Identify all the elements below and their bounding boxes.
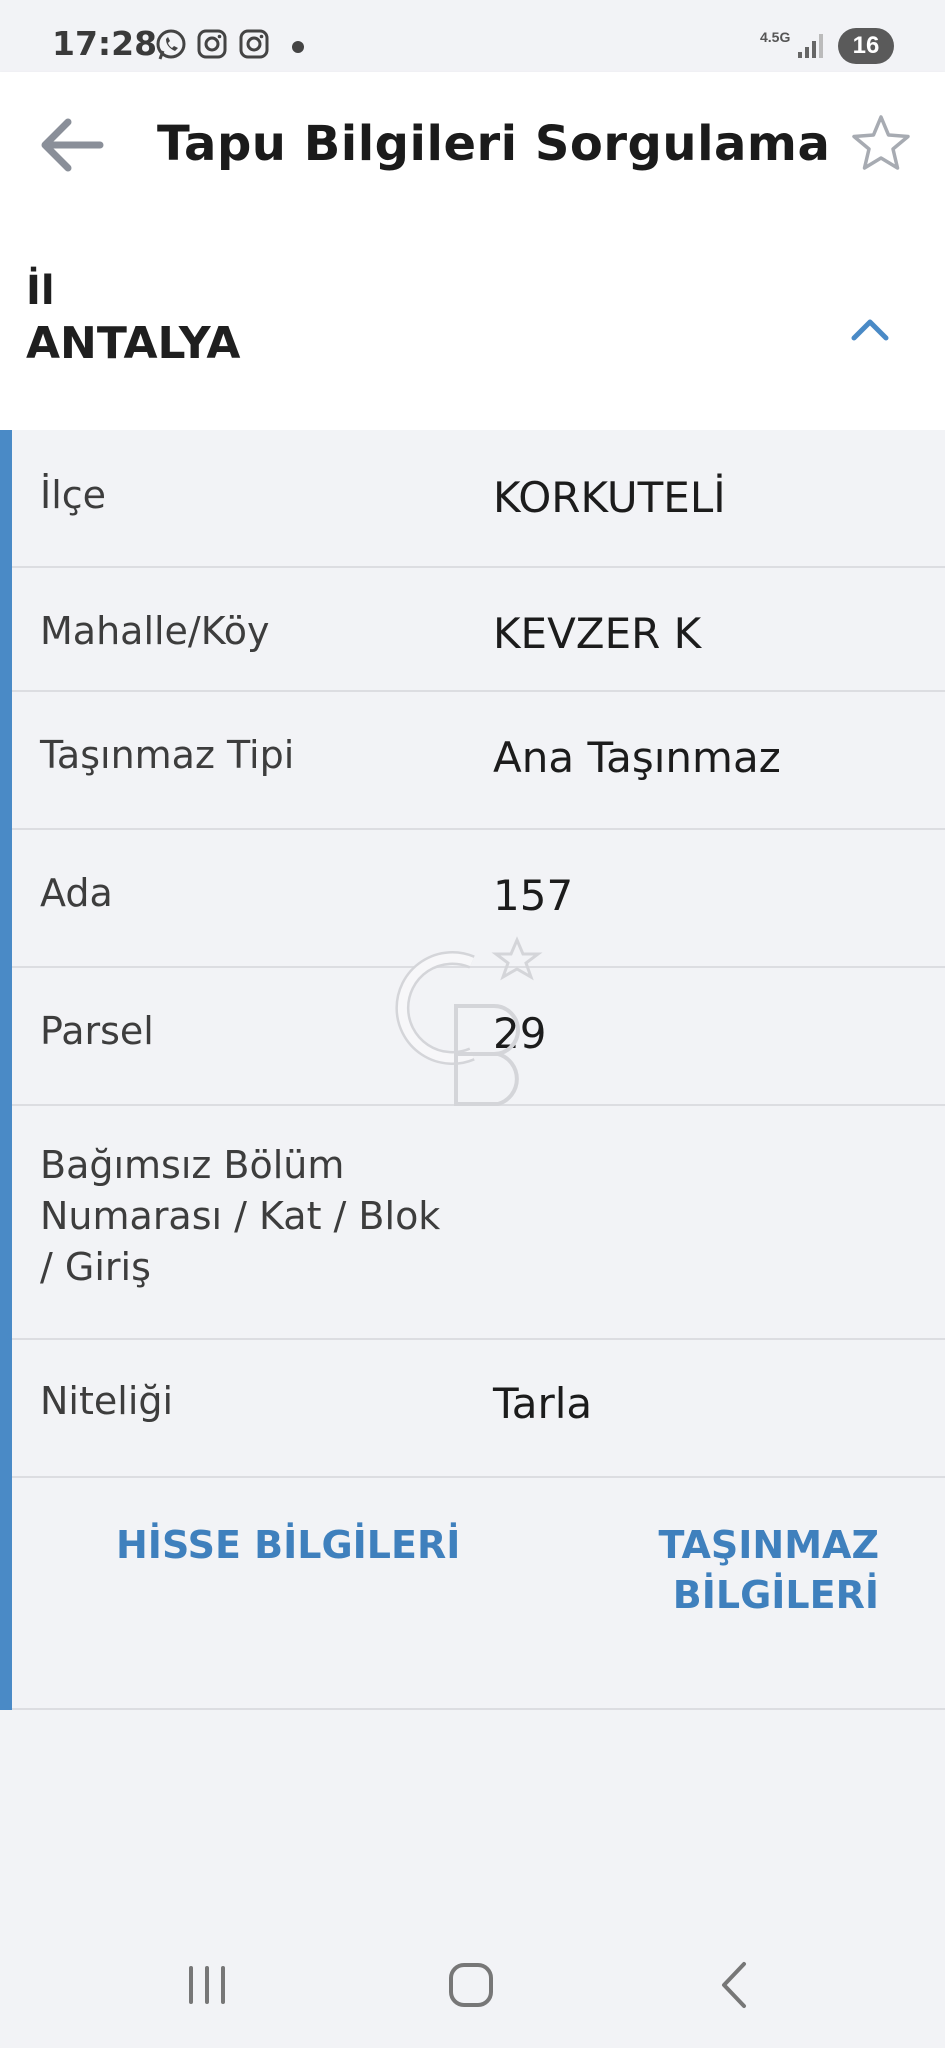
chevron-left-icon	[722, 1962, 746, 2008]
whatsapp-icon	[156, 29, 186, 60]
accent-bar	[0, 430, 12, 1710]
home-button[interactable]	[436, 1950, 506, 2020]
row-label: Taşınmaz Tipi	[40, 733, 295, 777]
watermark-logo	[395, 936, 543, 1106]
row-label: Niteliği	[40, 1379, 174, 1423]
back-button[interactable]	[36, 112, 106, 178]
share-info-button[interactable]: HİSSE BİLGİLERİ	[116, 1520, 460, 1570]
instagram-icon	[239, 29, 269, 59]
instagram-icon	[197, 29, 227, 59]
row-value: KEVZER K	[493, 609, 702, 658]
detail-row-neighborhood: Mahalle/Köy KEVZER K	[12, 568, 945, 692]
collapse-button[interactable]	[846, 306, 894, 354]
row-value: KORKUTELİ	[493, 473, 726, 522]
detail-row-property-type: Taşınmaz Tipi Ana Taşınmaz	[12, 692, 945, 830]
system-navigation-bar	[0, 1920, 945, 2048]
province-section[interactable]: İl ANTALYA	[0, 216, 945, 430]
network-type-label: 4.5G	[760, 29, 791, 45]
row-value: Tarla	[493, 1379, 593, 1428]
row-label: İlçe	[40, 473, 107, 517]
row-label: Ada	[40, 871, 113, 915]
detail-row-qualification: Niteliği Tarla	[12, 1340, 945, 1478]
row-label-line: Bağımsız Bölüm	[40, 1143, 345, 1187]
row-value: Ana Taşınmaz	[493, 733, 781, 782]
more-notifications-dot	[292, 41, 304, 53]
row-label-line: Numarası / Kat / Blok	[40, 1194, 441, 1238]
app-header: Tapu Bilgileri Sorgulama	[0, 72, 945, 216]
row-label: Bağımsız Bölüm Numarası / Kat / Blok / G…	[40, 1140, 440, 1293]
status-bar: 17:28 4.5G 16	[0, 0, 945, 72]
battery-indicator: 16	[838, 28, 894, 64]
recent-apps-button[interactable]	[172, 1950, 242, 2020]
favorite-button[interactable]	[850, 112, 912, 174]
province-label: İl	[26, 268, 55, 314]
row-label: Mahalle/Köy	[40, 609, 270, 653]
home-icon	[449, 1963, 493, 2007]
property-info-button[interactable]: TAŞINMAZ BİLGİLERİ	[659, 1520, 879, 1620]
row-label-line: / Giriş	[40, 1245, 151, 1289]
province-value: ANTALYA	[26, 318, 241, 369]
property-info-line: TAŞINMAZ	[658, 1523, 879, 1567]
detail-row-independent-unit: Bağımsız Bölüm Numarası / Kat / Blok / G…	[12, 1106, 945, 1340]
signal-strength-icon	[798, 34, 823, 58]
detail-row-district: İlçe KORKUTELİ	[12, 430, 945, 568]
system-back-button[interactable]	[700, 1950, 770, 2020]
page-title: Tapu Bilgileri Sorgulama	[157, 116, 831, 172]
star-outline-icon	[852, 115, 910, 170]
row-label: Parsel	[40, 1009, 154, 1053]
status-time: 17:28	[52, 24, 158, 63]
row-value: 157	[493, 871, 574, 920]
chevron-up-icon	[851, 319, 889, 341]
actions-row: HİSSE BİLGİLERİ TAŞINMAZ BİLGİLERİ	[12, 1478, 945, 1710]
arrow-left-icon	[41, 118, 104, 172]
property-info-line: BİLGİLERİ	[672, 1573, 879, 1617]
recent-apps-icon	[189, 1966, 225, 2004]
